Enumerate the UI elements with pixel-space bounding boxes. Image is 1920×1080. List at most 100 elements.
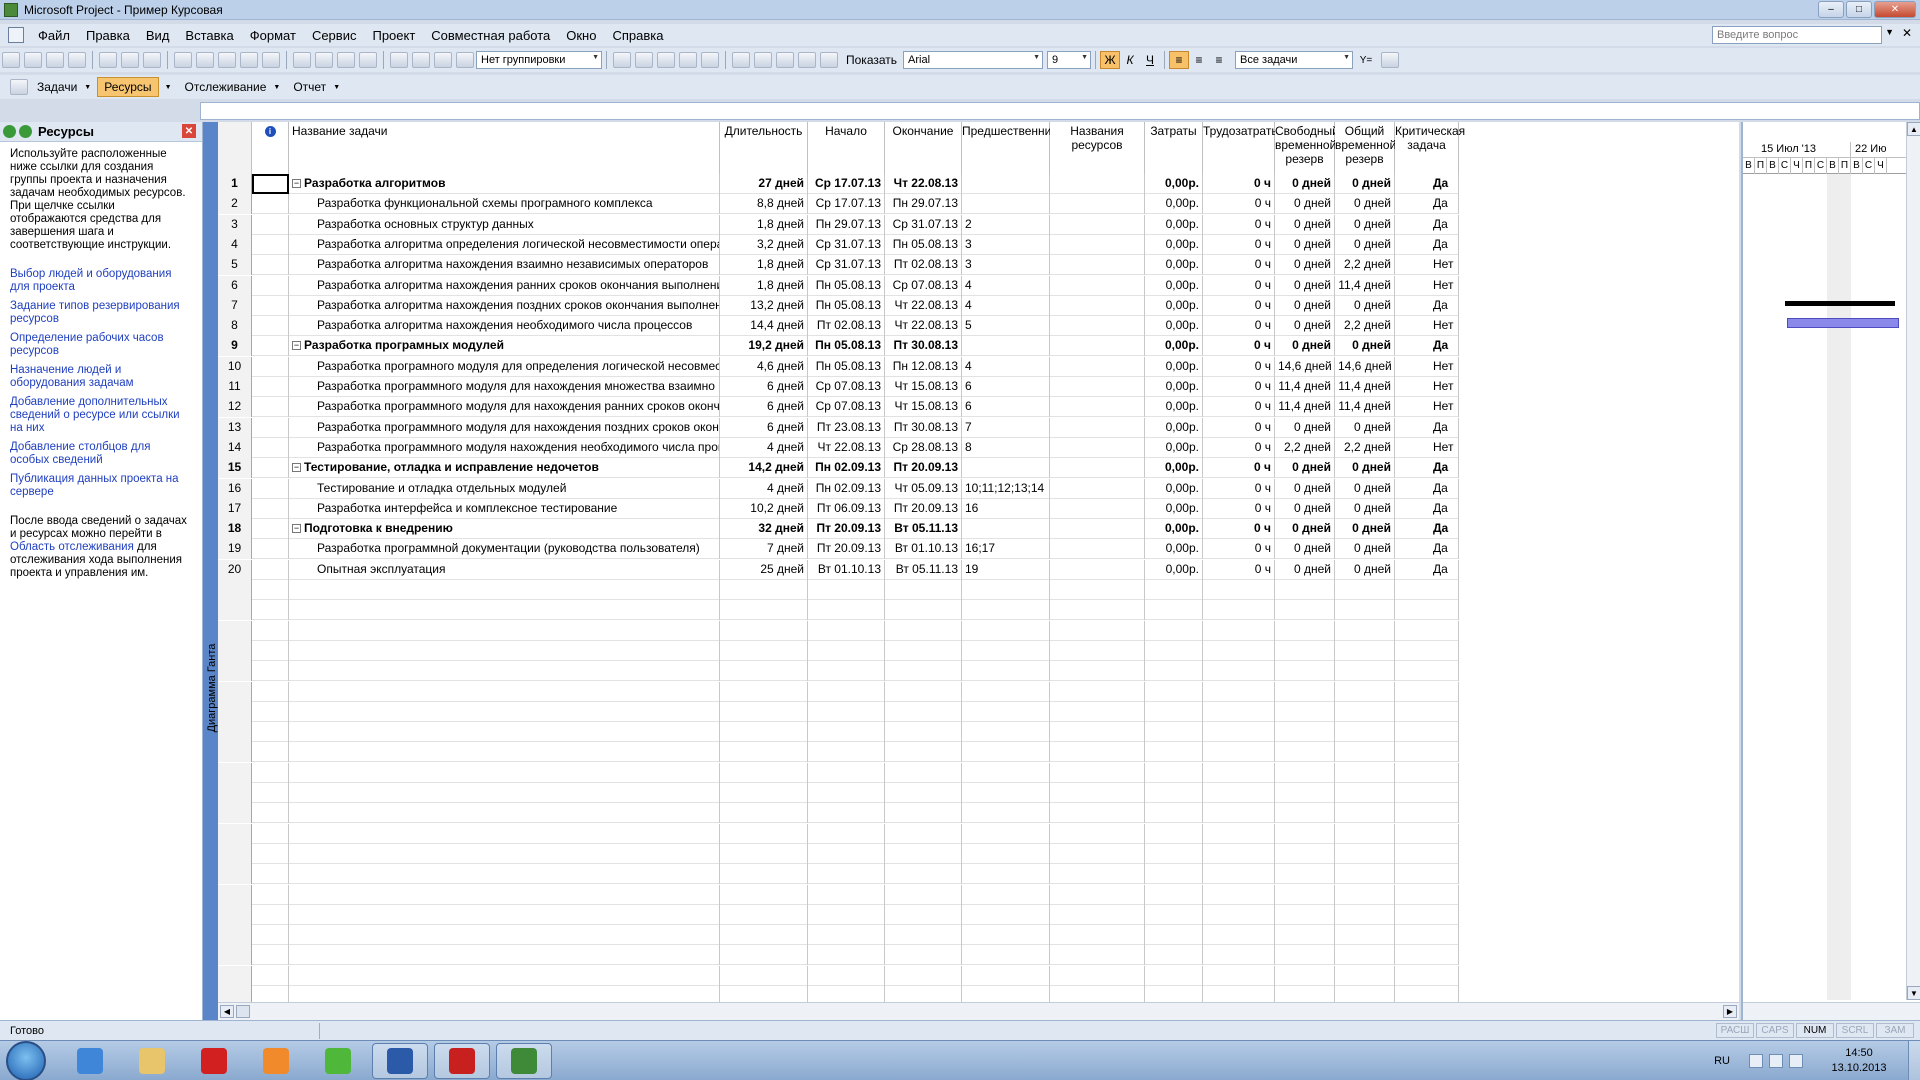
row-id[interactable]	[218, 945, 252, 966]
row-id[interactable]: 14	[218, 437, 252, 458]
total-slack-cell[interactable]: 0 дней	[1335, 234, 1395, 255]
task-name-cell[interactable]: Разработка основных структур данных	[289, 214, 720, 235]
task-name-cell[interactable]: Разработка программной документации (рук…	[289, 539, 720, 560]
predecessors-cell[interactable]: 16;17	[962, 539, 1050, 560]
show-desktop-button[interactable]	[1908, 1041, 1920, 1080]
duration-cell[interactable]	[720, 722, 808, 743]
duration-cell[interactable]	[720, 965, 808, 986]
finish-cell[interactable]	[885, 742, 962, 763]
free-slack-cell[interactable]	[1275, 661, 1335, 682]
finish-cell[interactable]	[885, 945, 962, 966]
row-indicator[interactable]	[252, 762, 289, 783]
resource-names-cell[interactable]	[1050, 783, 1145, 803]
cost-cell[interactable]: 0,00р.	[1145, 498, 1203, 519]
finish-cell[interactable]: Ср 31.07.13	[885, 214, 962, 235]
predecessors-cell[interactable]: 19	[962, 559, 1050, 580]
total-slack-cell[interactable]	[1335, 600, 1395, 621]
finish-cell[interactable]: Чт 22.08.13	[885, 295, 962, 316]
row-id[interactable]	[218, 661, 252, 682]
taskbar-pdf-reader-button[interactable]	[434, 1042, 490, 1079]
table-row[interactable]	[218, 945, 1459, 966]
finish-cell[interactable]	[885, 803, 962, 824]
resource-names-cell[interactable]	[1050, 356, 1145, 377]
critical-cell[interactable]	[1395, 722, 1459, 743]
row-indicator[interactable]	[252, 539, 289, 560]
spelling-icon[interactable]	[143, 52, 161, 68]
guide-resources-button[interactable]: Ресурсы	[97, 77, 159, 97]
finish-cell[interactable]	[885, 620, 962, 641]
start-button[interactable]	[6, 1040, 46, 1080]
resource-names-cell[interactable]	[1050, 640, 1145, 661]
resource-names-cell[interactable]	[1050, 843, 1145, 864]
resource-names-cell[interactable]	[1050, 965, 1145, 986]
free-slack-cell[interactable]	[1275, 925, 1335, 946]
table-row[interactable]	[218, 965, 1459, 986]
guide-tracking-button[interactable]: Отслеживание	[178, 77, 274, 97]
start-cell[interactable]: Пт 02.08.13	[808, 316, 885, 337]
resource-names-cell[interactable]	[1050, 722, 1145, 743]
critical-cell[interactable]	[1395, 681, 1459, 702]
duration-cell[interactable]: 1,8 дней	[720, 255, 808, 276]
taskbar-media-player-button[interactable]	[248, 1043, 304, 1079]
table-row[interactable]: 5 Разработка алгоритма нахождения взаимно…	[218, 255, 1459, 276]
duration-cell[interactable]: 6 дней	[720, 397, 808, 418]
row-indicator[interactable]	[252, 925, 289, 946]
cost-cell[interactable]	[1145, 722, 1203, 743]
critical-cell[interactable]	[1395, 986, 1459, 1002]
predecessors-cell[interactable]	[962, 803, 1050, 824]
critical-cell[interactable]	[1395, 661, 1459, 682]
row-id[interactable]: 6	[218, 275, 252, 296]
resource-names-cell[interactable]	[1050, 194, 1145, 215]
predecessors-cell[interactable]	[962, 884, 1050, 905]
minimize-button[interactable]: –	[1818, 1, 1844, 18]
start-cell[interactable]	[808, 823, 885, 844]
predecessors-cell[interactable]	[962, 823, 1050, 844]
predecessors-cell[interactable]	[962, 783, 1050, 803]
critical-cell[interactable]	[1395, 843, 1459, 864]
outdent-icon[interactable]	[732, 52, 750, 68]
work-cell[interactable]	[1203, 640, 1275, 661]
critical-cell[interactable]	[1395, 600, 1459, 621]
split-task-icon[interactable]	[359, 52, 377, 68]
task-notes-icon[interactable]	[412, 52, 430, 68]
menu-window[interactable]: Окно	[558, 28, 604, 43]
critical-cell[interactable]: Нет	[1395, 255, 1459, 276]
cost-cell[interactable]	[1145, 823, 1203, 844]
row-indicator[interactable]	[252, 722, 289, 743]
predecessors-cell[interactable]	[962, 640, 1050, 661]
table-row[interactable]	[218, 600, 1459, 621]
row-id[interactable]: 2	[218, 194, 252, 215]
critical-cell[interactable]	[1395, 945, 1459, 966]
predecessors-cell[interactable]	[962, 722, 1050, 743]
assign-resources-icon[interactable]	[434, 52, 452, 68]
work-cell[interactable]	[1203, 803, 1275, 824]
row-id[interactable]: 11	[218, 377, 252, 397]
duration-cell[interactable]	[720, 904, 808, 925]
taskbar-internet-explorer-button[interactable]	[62, 1043, 118, 1079]
work-cell[interactable]	[1203, 904, 1275, 925]
critical-cell[interactable]: Да	[1395, 234, 1459, 255]
task-name-cell[interactable]	[289, 904, 720, 925]
work-cell[interactable]: 0 ч	[1203, 174, 1275, 194]
link-select-people[interactable]: Выбор людей и оборудования для проекта	[10, 268, 192, 294]
chevron-down-icon[interactable]: ▼	[273, 84, 280, 91]
predecessors-cell[interactable]	[962, 519, 1050, 540]
language-indicator[interactable]: RU	[1714, 1055, 1730, 1067]
free-slack-cell[interactable]: 0 дней	[1275, 336, 1335, 357]
select-all-corner[interactable]	[218, 122, 252, 174]
resource-names-cell[interactable]	[1050, 580, 1145, 600]
total-slack-cell[interactable]	[1335, 823, 1395, 844]
column-header-task-name[interactable]: Название задачи	[289, 122, 720, 174]
work-cell[interactable]	[1203, 986, 1275, 1002]
free-slack-cell[interactable]: 0 дней	[1275, 255, 1335, 276]
row-indicator[interactable]	[252, 823, 289, 844]
duration-cell[interactable]: 27 дней	[720, 174, 808, 194]
row-id[interactable]	[218, 965, 252, 986]
table-row[interactable]	[218, 986, 1459, 1002]
table-row[interactable]: 2 Разработка функциональной схемы програм…	[218, 194, 1459, 215]
finish-cell[interactable]	[885, 701, 962, 722]
taskbar-icq-button[interactable]	[310, 1043, 366, 1079]
finish-cell[interactable]: Пт 20.09.13	[885, 498, 962, 519]
start-cell[interactable]: Пт 06.09.13	[808, 498, 885, 519]
start-cell[interactable]	[808, 580, 885, 600]
